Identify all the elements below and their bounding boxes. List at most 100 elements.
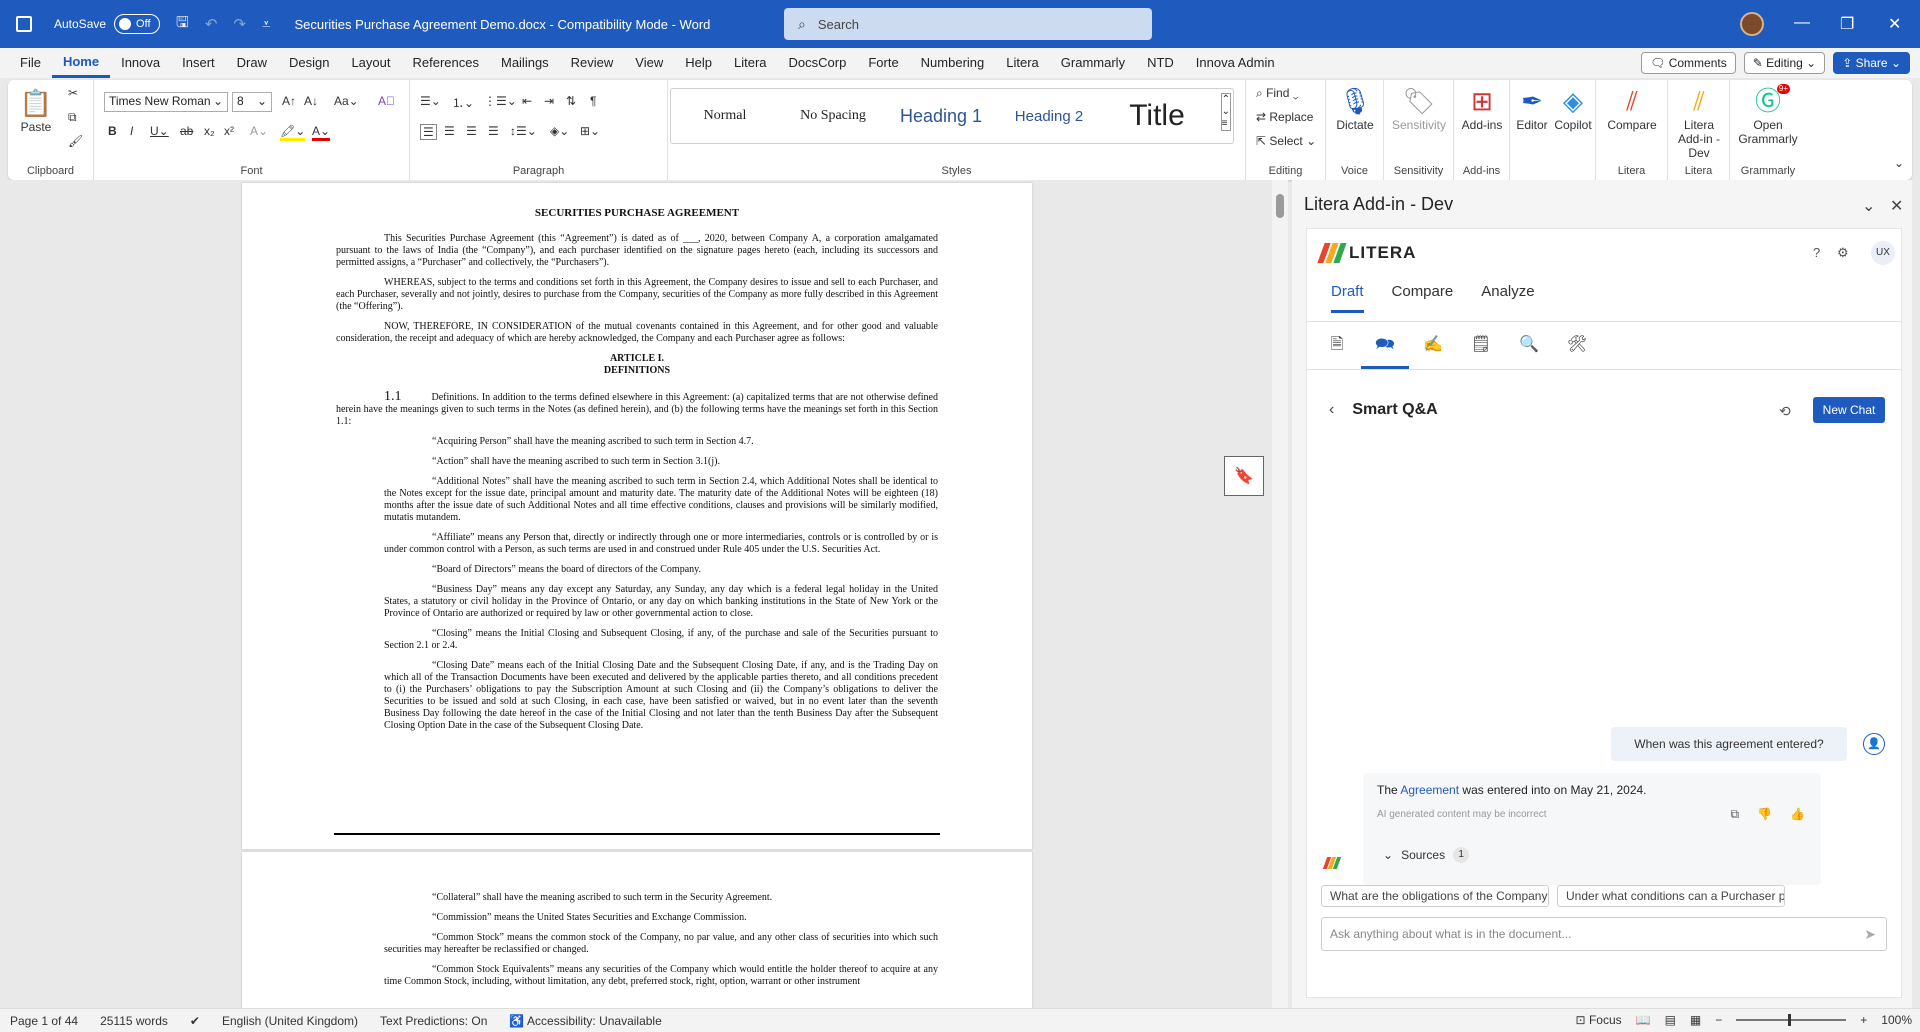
tab-innova[interactable]: Innova <box>110 48 171 78</box>
text-effects-icon[interactable]: A⌄ <box>250 124 268 138</box>
tab-draw[interactable]: Draw <box>226 48 278 78</box>
copilot-button[interactable]: ◈ Copilot <box>1552 84 1594 132</box>
subscript-icon[interactable]: x₂ <box>204 124 215 138</box>
bookmark-icon[interactable]: 🔖 <box>1224 456 1264 496</box>
draft-edit-icon[interactable]: ✍ <box>1421 333 1445 357</box>
tools-icon[interactable]: 🛠 <box>1565 333 1589 357</box>
zoom-out-icon[interactable]: − <box>1715 1013 1722 1027</box>
tab-review[interactable]: Review <box>560 48 625 78</box>
tab-file[interactable]: File <box>0 48 52 78</box>
open-grammarly-button[interactable]: Ⓖ 9+ Open Grammarly <box>1734 84 1802 146</box>
increase-indent-icon[interactable]: ⇥ <box>544 94 554 108</box>
style-heading-1[interactable]: Heading 1 <box>887 106 995 127</box>
style-normal[interactable]: Normal <box>671 108 779 124</box>
minimize-icon[interactable]: — <box>1794 14 1810 32</box>
font-color-icon[interactable]: A⌄ <box>312 124 331 141</box>
document-page-1[interactable]: SECURITIES PURCHASE AGREEMENT This Secur… <box>242 183 1032 849</box>
search-input[interactable]: ⌕ Search <box>784 8 1152 40</box>
proofing-icon[interactable]: ✔ <box>190 1014 200 1028</box>
help-icon[interactable]: ? <box>1813 245 1820 260</box>
settings-gear-icon[interactable]: ⚙ <box>1837 245 1849 261</box>
zoom-in-icon[interactable]: + <box>1860 1013 1867 1027</box>
align-right-icon[interactable]: ☰ <box>466 124 477 138</box>
document-tool-icon[interactable]: 🗎 <box>1325 333 1349 357</box>
select-button[interactable]: ⇱ Select ⌄ <box>1256 134 1316 148</box>
style-no-spacing[interactable]: No Spacing <box>779 108 887 124</box>
collapse-ribbon-icon[interactable]: ⌄ <box>1894 156 1904 170</box>
accessibility-status[interactable]: ♿ Accessibility: Unavailable <box>509 1014 661 1028</box>
thumbs-up-icon[interactable]: 👍 <box>1790 807 1805 822</box>
smart-qa-icon[interactable]: 🗪 <box>1361 333 1409 369</box>
tab-ntd[interactable]: NTD <box>1136 48 1185 78</box>
borders-icon[interactable]: ⊞⌄ <box>580 124 600 138</box>
focus-button[interactable]: ⊡ Focus <box>1576 1013 1622 1027</box>
tab-numbering[interactable]: Numbering <box>910 48 996 78</box>
tab-compare[interactable]: Compare <box>1392 283 1454 313</box>
new-chat-button[interactable]: New Chat <box>1813 397 1885 423</box>
format-painter-icon[interactable]: 🖌 <box>68 134 83 148</box>
document-area[interactable]: SECURITIES PURCHASE AGREEMENT This Secur… <box>0 180 1288 1008</box>
tab-litera[interactable]: Litera <box>723 48 778 78</box>
font-family-select[interactable]: Times New Roman ⌄ <box>104 92 228 112</box>
page-count[interactable]: Page 1 of 44 <box>10 1014 78 1028</box>
superscript-icon[interactable]: x² <box>224 124 234 138</box>
styles-scroll-icon[interactable]: ⌃ ⌄ ≡ <box>1220 93 1231 131</box>
close-icon[interactable]: ✕ <box>1888 14 1901 34</box>
ask-input[interactable]: Ask anything about what is in the docume… <box>1321 917 1887 951</box>
find-button[interactable]: ⌕ Find ⌄ <box>1256 86 1298 101</box>
paste-button[interactable]: 📋 Paste <box>18 86 54 134</box>
tab-design[interactable]: Design <box>278 48 340 78</box>
word-count[interactable]: 25115 words <box>100 1014 168 1028</box>
tab-draft[interactable]: Draft <box>1331 283 1364 313</box>
tab-analyze[interactable]: Analyze <box>1481 283 1534 313</box>
tab-docscorp[interactable]: DocsCorp <box>778 48 858 78</box>
autosave-toggle[interactable]: Off <box>114 14 161 34</box>
scrollbar-thumb[interactable] <box>1276 194 1284 218</box>
share-button[interactable]: ⇪ Share ⌄ <box>1833 52 1910 74</box>
highlight-icon[interactable]: 🖍⌄ <box>280 124 306 141</box>
document-scrollbar[interactable] <box>1272 180 1288 1008</box>
tab-litera-2[interactable]: Litera <box>995 48 1050 78</box>
pane-close-icon[interactable]: ✕ <box>1890 196 1903 216</box>
line-spacing-icon[interactable]: ↕☰⌄ <box>510 124 537 138</box>
strikethrough-icon[interactable]: ab <box>180 124 193 138</box>
font-size-select[interactable]: 8 ⌄ <box>232 92 272 112</box>
word-app-icon[interactable] <box>16 16 32 32</box>
language[interactable]: English (United Kingdom) <box>222 1014 358 1028</box>
zoom-slider[interactable] <box>1736 1014 1847 1026</box>
italic-icon[interactable]: I <box>130 124 133 138</box>
show-marks-icon[interactable]: ¶ <box>590 94 596 108</box>
sort-icon[interactable]: ⇅ <box>566 94 576 108</box>
grow-font-icon[interactable]: A↑ <box>282 94 296 108</box>
tab-insert[interactable]: Insert <box>171 48 226 78</box>
editor-button[interactable]: ✒ Editor <box>1514 84 1550 132</box>
tab-grammarly[interactable]: Grammarly <box>1050 48 1136 78</box>
pane-options-icon[interactable]: ⌄ <box>1862 196 1875 216</box>
comments-button[interactable]: 🗨 Comments <box>1641 52 1736 74</box>
shading-icon[interactable]: ◈⌄ <box>550 124 569 138</box>
document-search-icon[interactable]: 🔍 <box>1517 333 1541 357</box>
copy-icon[interactable]: ⧉ <box>1731 807 1740 822</box>
text-predictions[interactable]: Text Predictions: On <box>380 1014 487 1028</box>
clause-icon[interactable]: 🗒 <box>1469 333 1493 357</box>
decrease-indent-icon[interactable]: ⇤ <box>522 94 532 108</box>
restore-icon[interactable]: ❐ <box>1840 14 1854 34</box>
back-chevron-icon[interactable]: ‹ <box>1329 401 1334 419</box>
web-layout-icon[interactable]: ▦ <box>1690 1013 1701 1027</box>
change-case-icon[interactable]: Aa⌄ <box>334 94 359 108</box>
sources-toggle[interactable]: ⌄ Sources 1 <box>1383 847 1470 863</box>
read-mode-icon[interactable]: 📖 <box>1636 1013 1651 1027</box>
tab-references[interactable]: References <box>402 48 490 78</box>
numbering-icon[interactable]: ⒈⌄ <box>452 94 474 111</box>
document-title[interactable]: Securities Purchase Agreement Demo.docx … <box>294 17 710 32</box>
dictate-button[interactable]: 🎙 Dictate <box>1328 84 1382 132</box>
align-center-icon[interactable]: ☰ <box>444 124 455 138</box>
justify-icon[interactable]: ☰ <box>488 124 499 138</box>
zoom-level[interactable]: 100% <box>1881 1013 1912 1027</box>
align-left-icon[interactable]: ☰ <box>420 124 437 140</box>
editing-mode-button[interactable]: ✎ Editing ⌄ <box>1743 52 1826 74</box>
multilevel-list-icon[interactable]: ⋮☰⌄ <box>484 94 517 108</box>
thumbs-down-icon[interactable]: 👎 <box>1757 807 1772 822</box>
tab-help[interactable]: Help <box>674 48 723 78</box>
suggestion-chip[interactable]: What are the obligations of the Company … <box>1321 885 1549 907</box>
